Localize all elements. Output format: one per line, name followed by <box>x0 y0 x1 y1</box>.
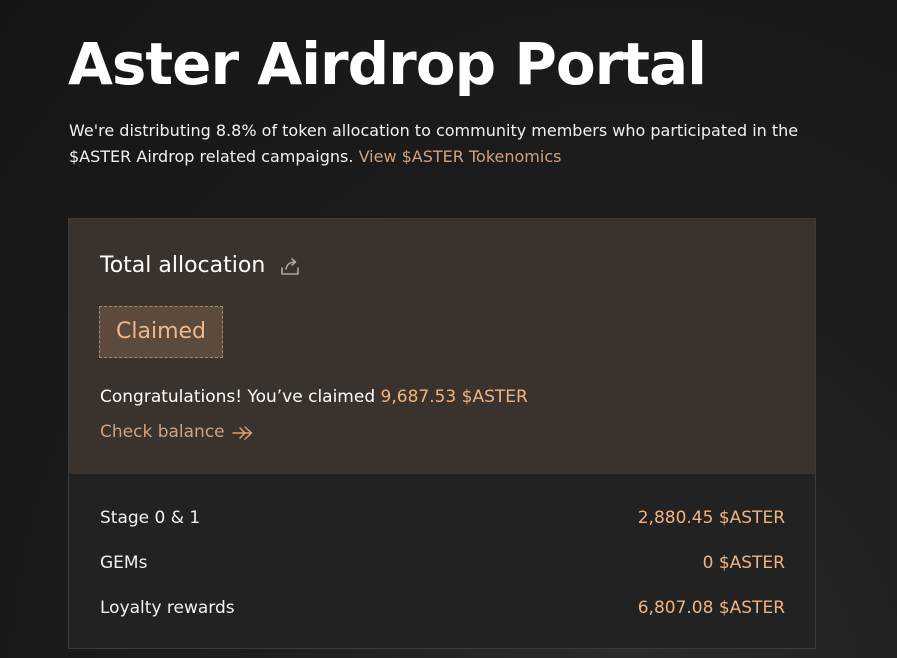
breakdown-value: 6,807.08 $ASTER <box>637 598 785 618</box>
breakdown-value: 0 $ASTER <box>702 553 785 573</box>
check-balance-link[interactable]: Check balance <box>100 420 255 444</box>
breakdown-label: Stage 0 & 1 <box>100 508 201 528</box>
allocation-title: Total allocation <box>100 253 266 278</box>
breakdown-row-gems: GEMs 0 $ASTER <box>100 551 785 575</box>
breakdown-label: GEMs <box>100 553 148 573</box>
intro-text: We're distributing 8.8% of token allocat… <box>69 118 849 170</box>
allocation-breakdown: Stage 0 & 1 2,880.45 $ASTER GEMs 0 $ASTE… <box>69 474 815 648</box>
allocation-summary: Total allocation Claimed Congratulations… <box>69 219 815 474</box>
breakdown-row-stage: Stage 0 & 1 2,880.45 $ASTER <box>100 506 785 530</box>
allocation-header: Total allocation <box>100 252 301 280</box>
claim-message-text: Congratulations! You’ve claimed <box>100 387 376 407</box>
check-balance-label: Check balance <box>100 422 225 442</box>
share-icon[interactable] <box>279 255 301 277</box>
arrow-right-icon <box>231 424 255 440</box>
breakdown-label: Loyalty rewards <box>100 598 235 618</box>
page-title: Aster Airdrop Portal <box>68 30 707 98</box>
breakdown-row-loyalty: Loyalty rewards 6,807.08 $ASTER <box>100 596 785 620</box>
allocation-card: Total allocation Claimed Congratulations… <box>68 218 816 649</box>
tokenomics-link[interactable]: View $ASTER Tokenomics <box>359 147 562 166</box>
breakdown-value: 2,880.45 $ASTER <box>637 508 785 528</box>
claim-message: Congratulations! You’ve claimed 9,687.53… <box>100 385 528 409</box>
status-badge: Claimed <box>99 306 223 358</box>
claimed-amount: 9,687.53 $ASTER <box>380 387 528 407</box>
